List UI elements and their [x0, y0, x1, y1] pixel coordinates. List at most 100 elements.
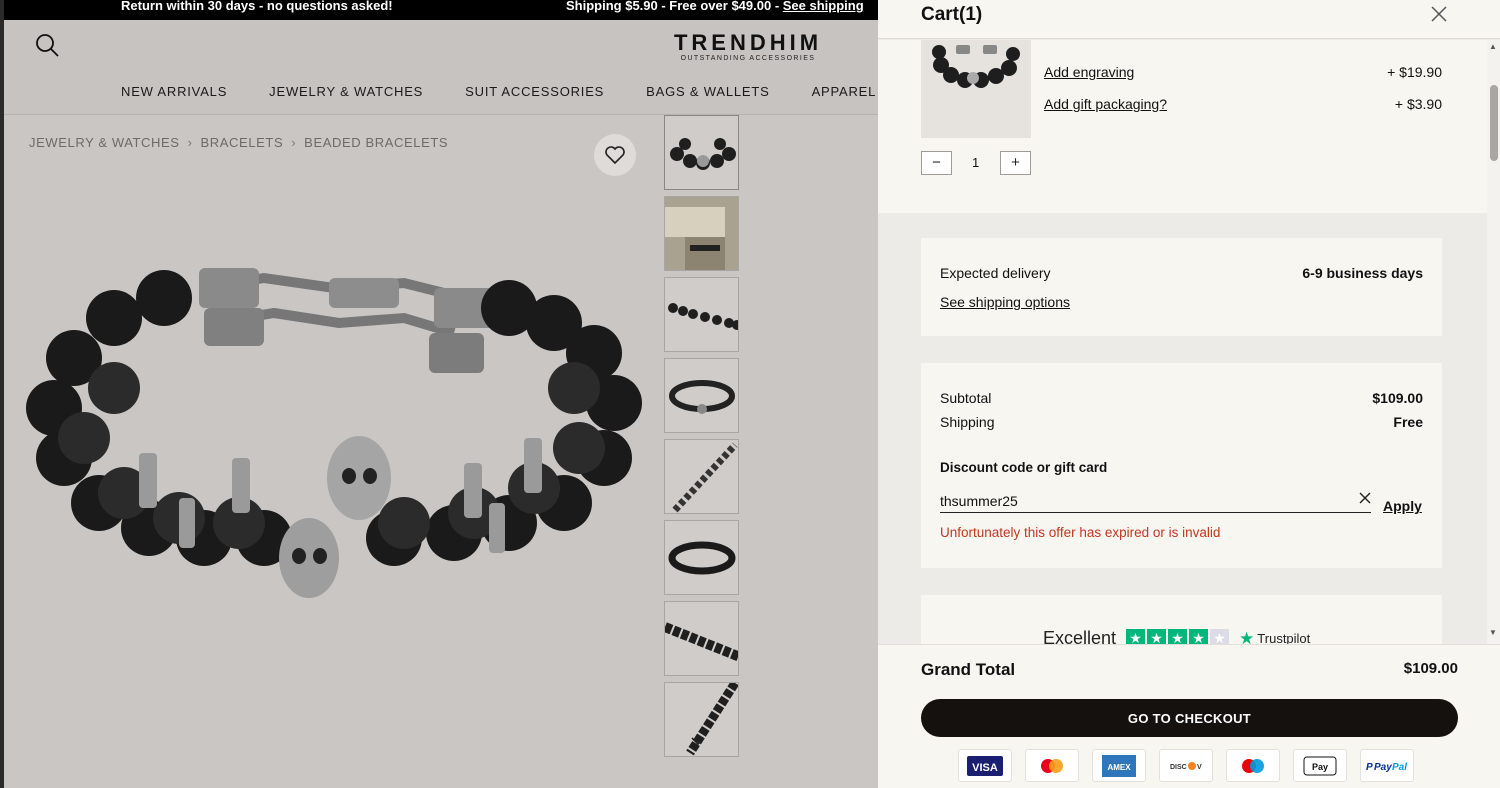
promo-shipping-link[interactable]: See shipping — [783, 0, 864, 13]
grand-total-label: Grand Total — [921, 660, 1016, 679]
discount-code-input[interactable] — [940, 483, 1371, 513]
delivery-value: 6-9 business days — [1302, 265, 1423, 281]
delivery-label: Expected delivery — [940, 265, 1051, 281]
shipping-options-link[interactable]: See shipping options — [940, 294, 1070, 310]
window-edge — [0, 0, 4, 788]
grand-total-value: $109.00 — [1403, 660, 1458, 677]
trustpilot-brand: Trustpilot — [1257, 631, 1311, 644]
trustpilot-star-icon: ★ — [1239, 628, 1255, 645]
bracelet-image — [26, 268, 642, 598]
site-header: TRENDHIM OUTSTANDING ACCESSORIES NEW ARR… — [4, 20, 878, 115]
cart-scroll-area[interactable]: Add engraving + $19.90 Add gift packagin… — [878, 40, 1488, 644]
apple-pay-icon: Pay — [1293, 749, 1347, 782]
subtotal-value: $109.00 — [1372, 390, 1423, 406]
site-logo[interactable]: TRENDHIM OUTSTANDING ACCESSORIES — [673, 30, 823, 62]
chevron-down-icon[interactable] — [690, 735, 706, 747]
shipping-value: Free — [1393, 414, 1423, 430]
cart-scrollbar[interactable]: ▲ ▼ — [1487, 40, 1500, 644]
thumbnail[interactable] — [664, 115, 739, 190]
svg-text:Pal: Pal — [1392, 762, 1407, 773]
cart-title: Cart(1) — [921, 4, 983, 25]
discount-error-message: Unfortunately this offer has expired or … — [940, 525, 1221, 540]
svg-text:AMEX: AMEX — [1107, 763, 1131, 772]
apply-discount-button[interactable]: Apply — [1383, 498, 1422, 514]
trustpilot-rating[interactable]: Excellent ★ ★ ★ ★ ★ ★ Trustpilot — [1043, 628, 1310, 644]
promo-returns: Return within 30 days - no questions ask… — [121, 0, 393, 13]
trustpilot-card: Excellent ★ ★ ★ ★ ★ ★ Trustpilot — [921, 595, 1442, 644]
promo-shipping-text: Shipping $5.90 - Free over $49.00 - — [566, 0, 783, 13]
quantity-value: 1 — [972, 155, 980, 170]
heart-icon — [605, 146, 625, 165]
paypal-icon: P Pay Pal — [1360, 749, 1414, 782]
amex-icon: AMEX — [1092, 749, 1146, 782]
trustpilot-rating-word: Excellent — [1043, 628, 1117, 644]
delivery-row: Expected delivery 6-9 business days — [940, 265, 1423, 281]
chevron-right-icon: › — [187, 135, 193, 150]
svg-text:Pay: Pay — [1312, 762, 1328, 772]
svg-text:Pay: Pay — [1374, 762, 1392, 773]
cart-header: Cart(1) — [878, 0, 1500, 39]
quantity-decrease-button[interactable]: − — [921, 151, 952, 175]
shipping-options-row: See shipping options — [940, 294, 1423, 310]
breadcrumb-item[interactable]: BEADED BRACELETS — [304, 135, 448, 150]
maestro-icon — [1226, 749, 1280, 782]
cart-item-image — [921, 40, 1031, 138]
thumbnail[interactable] — [664, 439, 739, 514]
wishlist-button[interactable] — [594, 134, 636, 176]
cart-drawer: Cart(1) Add engraving + $19.90 Add gift … — [878, 0, 1500, 788]
quantity-increase-button[interactable]: + — [1000, 151, 1031, 175]
breadcrumb: JEWELRY & WATCHES › BRACELETS › BEADED B… — [29, 135, 448, 150]
svg-text:P: P — [1366, 762, 1373, 773]
nav-item-bags-wallets[interactable]: BAGS & WALLETS — [646, 84, 769, 99]
close-icon[interactable] — [1430, 5, 1448, 23]
star-rating-icon: ★ ★ ★ ★ ★ — [1126, 629, 1230, 644]
promo-shipping: Shipping $5.90 - Free over $49.00 - See … — [566, 0, 864, 12]
summary-card: Subtotal $109.00 Shipping Free Discount … — [921, 363, 1442, 568]
subtotal-label: Subtotal — [940, 390, 992, 406]
nav-item-suit-accessories[interactable]: SUIT ACCESSORIES — [465, 84, 604, 99]
delivery-card: Expected delivery 6-9 business days See … — [921, 238, 1442, 336]
nav-item-apparel[interactable]: APPAREL & — [812, 84, 878, 99]
discount-label: Discount code or gift card — [940, 460, 1108, 475]
trustpilot-logo: ★ Trustpilot — [1239, 629, 1310, 645]
visa-icon: VISA — [958, 749, 1012, 782]
scrollbar-thumb[interactable] — [1490, 85, 1498, 161]
main-nav: NEW ARRIVALS JEWELRY & WATCHES SUIT ACCE… — [121, 84, 878, 99]
thumbnail[interactable] — [664, 196, 739, 271]
thumbnail[interactable] — [664, 520, 739, 595]
thumbnail[interactable] — [664, 277, 739, 352]
promo-bar: Return within 30 days - no questions ask… — [0, 0, 878, 20]
checkout-button[interactable]: GO TO CHECKOUT — [921, 699, 1458, 737]
product-page-overlay: Return within 30 days - no questions ask… — [0, 0, 878, 788]
engraving-price: + $19.90 — [1387, 64, 1442, 80]
shipping-label: Shipping — [940, 414, 995, 430]
discover-icon: DISC V — [1159, 749, 1213, 782]
breadcrumb-item[interactable]: JEWELRY & WATCHES — [29, 135, 180, 150]
subtotal-row: Subtotal $109.00 — [940, 390, 1423, 406]
nav-item-new-arrivals[interactable]: NEW ARRIVALS — [121, 84, 227, 99]
thumbnail[interactable] — [664, 358, 739, 433]
mastercard-icon — [1025, 749, 1079, 782]
chevron-right-icon: › — [291, 135, 297, 150]
product-main-image[interactable] — [4, 118, 655, 758]
thumbnail-strip — [664, 115, 740, 763]
scroll-up-arrow-icon[interactable]: ▲ — [1489, 42, 1497, 51]
search-icon[interactable] — [34, 32, 60, 58]
svg-text:V: V — [1197, 764, 1202, 771]
cart-footer: Grand Total $109.00 GO TO CHECKOUT VISA … — [878, 644, 1500, 788]
shipping-row: Shipping Free — [940, 414, 1423, 430]
gift-packaging-price: + $3.90 — [1394, 96, 1442, 112]
nav-item-jewelry-watches[interactable]: JEWELRY & WATCHES — [269, 84, 423, 99]
thumbnail[interactable] — [664, 601, 739, 676]
breadcrumb-item[interactable]: BRACELETS — [201, 135, 284, 150]
clear-icon[interactable] — [1358, 491, 1372, 505]
payment-methods: VISA AMEX DISC V Pay P Pay Pal — [958, 749, 1414, 782]
scroll-down-arrow-icon[interactable]: ▼ — [1489, 628, 1497, 637]
logo-name: TRENDHIM — [673, 30, 823, 55]
svg-text:DISC: DISC — [1170, 764, 1187, 771]
logo-tagline: OUTSTANDING ACCESSORIES — [680, 55, 816, 62]
cart-item: Add engraving + $19.90 Add gift packagin… — [878, 40, 1488, 213]
add-gift-packaging-link[interactable]: Add gift packaging? — [1044, 96, 1167, 112]
add-engraving-link[interactable]: Add engraving — [1044, 64, 1134, 80]
svg-text:VISA: VISA — [972, 762, 998, 774]
